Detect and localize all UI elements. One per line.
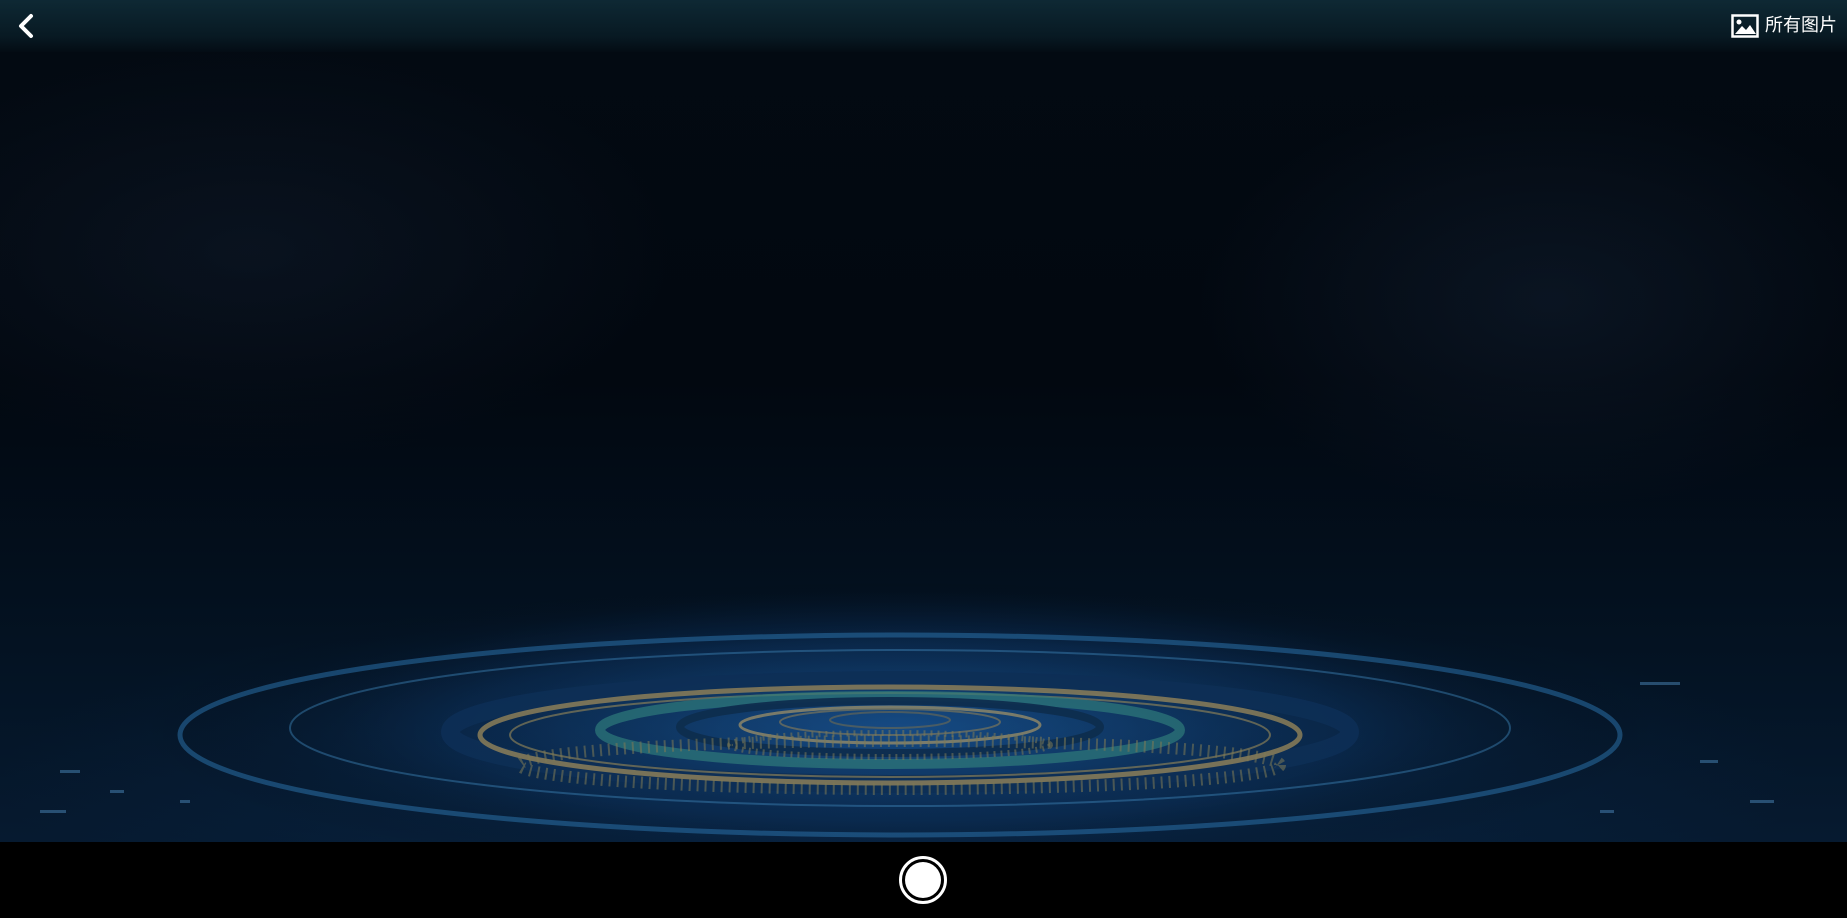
shutter-circle-icon [905, 862, 941, 898]
top-toolbar: 所有图片 [0, 0, 1847, 52]
bottom-controls [0, 842, 1847, 918]
viewfinder-scene [40, 580, 1774, 842]
back-button[interactable] [8, 8, 44, 44]
shutter-button[interactable] [899, 856, 947, 904]
camera-screen: 所有图片 [0, 0, 1847, 918]
chevron-left-icon [19, 14, 33, 38]
all-photos-button[interactable]: 所有图片 [1731, 12, 1837, 40]
image-icon [1731, 14, 1759, 38]
camera-viewfinder [0, 0, 1847, 842]
all-photos-label: 所有图片 [1765, 15, 1837, 36]
